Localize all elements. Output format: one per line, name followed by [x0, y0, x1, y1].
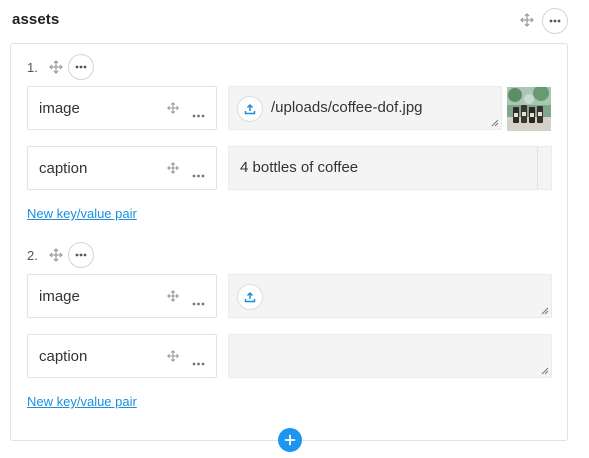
key-field[interactable]: caption [27, 146, 217, 190]
caption-value-field[interactable]: 4 bottles of coffee [228, 146, 538, 190]
caption-field-edge [537, 146, 552, 190]
item-index: 2. [27, 248, 38, 263]
move-icon[interactable] [49, 60, 63, 74]
upload-icon [244, 291, 256, 303]
upload-button[interactable] [237, 96, 263, 122]
more-horizontal-icon [549, 19, 561, 23]
move-icon[interactable] [167, 290, 181, 304]
move-icon[interactable] [167, 102, 181, 116]
move-icon[interactable] [49, 248, 63, 262]
image-value-field[interactable] [228, 274, 552, 318]
key-field[interactable]: image [27, 274, 217, 318]
caption-value: 4 bottles of coffee [240, 159, 359, 176]
resize-grip-icon[interactable] [491, 119, 499, 127]
more-horizontal-icon[interactable] [192, 105, 205, 123]
more-horizontal-icon[interactable] [192, 293, 205, 311]
more-horizontal-icon[interactable] [192, 165, 205, 183]
key-label: caption [39, 348, 88, 365]
resize-grip-icon[interactable] [541, 367, 549, 375]
more-horizontal-icon [75, 65, 87, 69]
move-icon[interactable] [520, 13, 534, 27]
resize-grip-icon[interactable] [541, 307, 549, 315]
item-more-button[interactable] [68, 54, 94, 80]
item-more-button[interactable] [68, 242, 94, 268]
more-options-button[interactable] [542, 8, 568, 34]
assets-field-editor: assets 1. image /uploads/coffee-dof.jpg … [0, 0, 589, 458]
image-path-value: /uploads/coffee-dof.jpg [271, 99, 423, 116]
field-title: assets [12, 11, 60, 28]
caption-value-field[interactable] [228, 334, 552, 378]
upload-button[interactable] [237, 284, 263, 310]
more-horizontal-icon[interactable] [192, 353, 205, 371]
key-field[interactable]: image [27, 86, 217, 130]
more-horizontal-icon [75, 253, 87, 257]
new-key-value-pair-link[interactable]: New key/value pair [27, 394, 137, 409]
upload-icon [244, 103, 256, 115]
key-label: image [39, 288, 80, 305]
plus-icon [284, 434, 296, 446]
coffee-thumbnail-image[interactable] [507, 87, 551, 131]
add-item-button[interactable] [278, 428, 302, 452]
key-label: caption [39, 160, 88, 177]
key-label: image [39, 100, 80, 117]
new-key-value-pair-link[interactable]: New key/value pair [27, 206, 137, 221]
move-icon[interactable] [167, 350, 181, 364]
item-index: 1. [27, 60, 38, 75]
key-field[interactable]: caption [27, 334, 217, 378]
image-value-field[interactable]: /uploads/coffee-dof.jpg [228, 86, 502, 130]
move-icon[interactable] [167, 162, 181, 176]
